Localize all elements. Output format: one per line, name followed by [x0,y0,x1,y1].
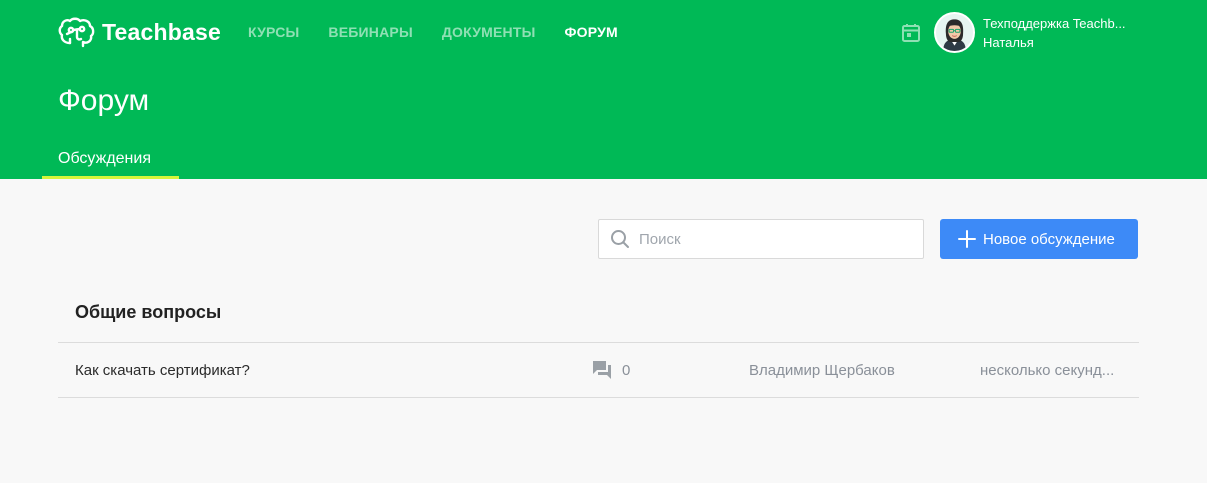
nav-item-webinars[interactable]: ВЕБИНАРЫ [328,24,412,40]
search-input[interactable] [639,230,909,248]
user-subtitle: Наталья [983,35,1034,50]
topic-author: Владимир Щербаков [749,362,895,379]
section-title: Общие вопросы [75,302,222,322]
user-name: Техподдержка Teachb... [983,16,1126,31]
search-box[interactable] [598,219,924,259]
comments-count: 0 [622,362,631,379]
comments-icon [593,361,611,379]
topic-time: несколько секунд... [980,362,1115,379]
avatar[interactable] [934,12,975,53]
user-avatar-icon [936,14,973,51]
main-nav: КУРСЫ ВЕБИНАРЫ ДОКУМЕНТЫ ФОРУМ [248,24,647,40]
brain-icon [58,17,95,48]
search-icon [611,230,629,248]
page-title: Форум [58,84,150,117]
brand-logo[interactable]: Teachbase [58,16,221,48]
plus-icon [958,230,976,248]
divider [58,397,1139,398]
calendar-icon[interactable] [900,22,922,44]
topic-title[interactable]: Как скачать сертификат? [75,362,250,379]
nav-item-documents[interactable]: ДОКУМЕНТЫ [442,24,536,40]
brand-name: Teachbase [102,18,221,45]
tab-discussions[interactable]: Обсуждения [42,140,179,179]
new-discussion-button[interactable]: Новое обсуждение [940,219,1138,259]
nav-item-courses[interactable]: КУРСЫ [248,24,299,40]
topic-row[interactable]: Как скачать сертификат? 0 Владимир Щерба… [58,343,1139,397]
top-header: Teachbase КУРСЫ ВЕБИНАРЫ ДОКУМЕНТЫ ФОРУМ… [0,0,1207,179]
new-discussion-label: Новое обсуждение [983,230,1115,248]
nav-item-forum[interactable]: ФОРУМ [565,24,618,40]
user-info[interactable]: Техподдержка Teachb... Наталья [983,15,1148,51]
